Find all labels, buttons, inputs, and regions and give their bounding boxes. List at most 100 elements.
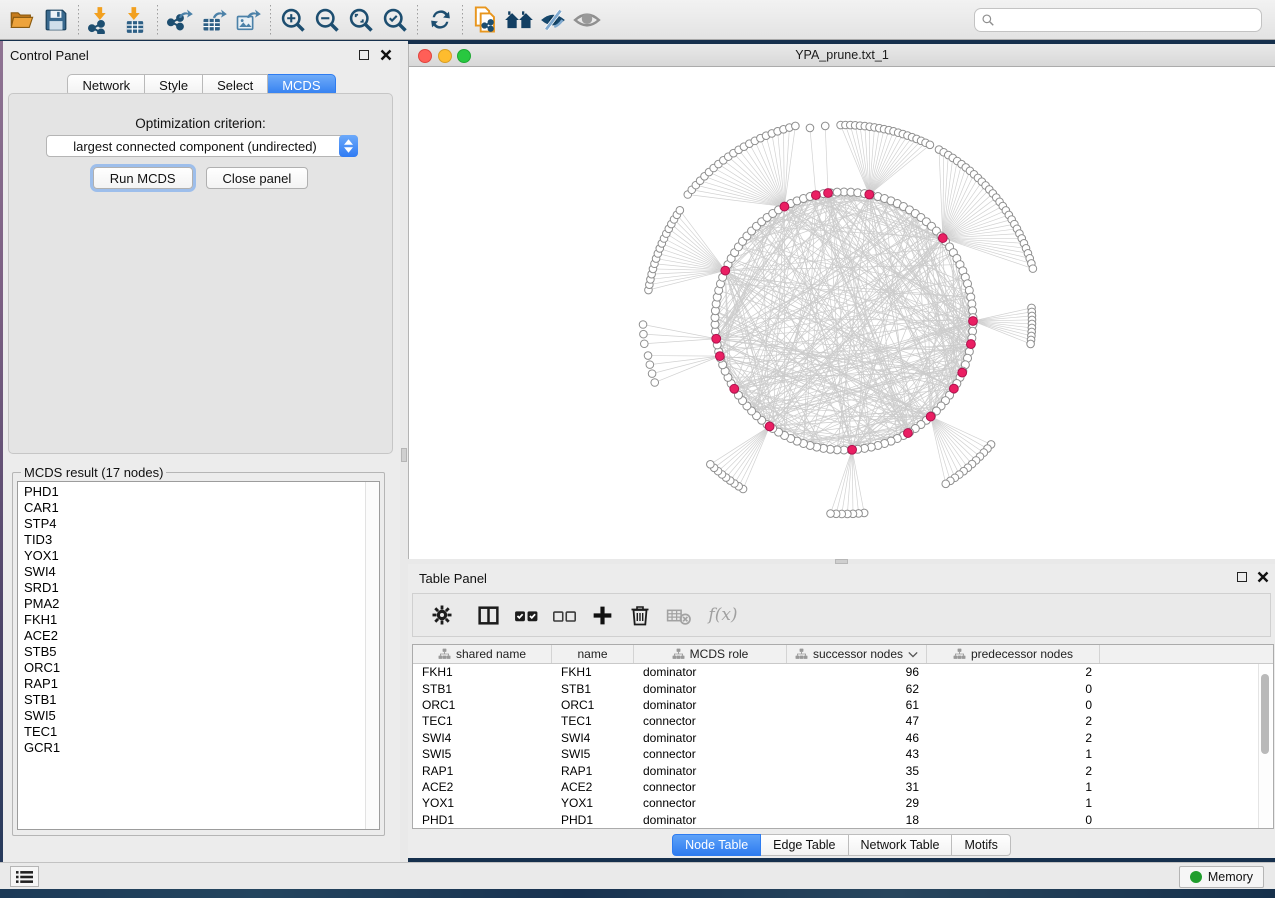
search-input[interactable]	[995, 12, 1255, 28]
cell[interactable]: RAP1	[413, 764, 552, 778]
tab-motifs[interactable]: Motifs	[952, 834, 1010, 856]
show-panels-list-button[interactable]	[10, 866, 39, 887]
table-options-icon[interactable]	[427, 600, 457, 630]
cell[interactable]: ORC1	[413, 698, 552, 712]
cell[interactable]: dominator	[634, 682, 787, 696]
import-table-icon[interactable]	[118, 3, 152, 37]
table-row[interactable]: ACE2ACE2connector311	[413, 779, 1273, 795]
tab-network-table[interactable]: Network Table	[849, 834, 953, 856]
table-scrollbar[interactable]	[1258, 664, 1272, 828]
cell[interactable]: 0	[927, 682, 1100, 696]
cell[interactable]: 35	[787, 764, 927, 778]
table-row[interactable]: SWI4SWI4dominator462	[413, 730, 1273, 746]
select-all-columns-icon[interactable]	[511, 600, 541, 630]
cell[interactable]: FKH1	[552, 665, 634, 679]
zoom-in-icon[interactable]	[276, 3, 310, 37]
cell[interactable]: ACE2	[413, 780, 552, 794]
cell[interactable]: SWI5	[413, 747, 552, 761]
cell[interactable]: dominator	[634, 731, 787, 745]
import-network-icon[interactable]	[84, 3, 118, 37]
refresh-view-icon[interactable]	[423, 3, 457, 37]
column-header-successor-nodes[interactable]: successor nodes	[787, 645, 927, 663]
cell[interactable]: FKH1	[413, 665, 552, 679]
cell[interactable]: TEC1	[552, 714, 634, 728]
mcds-list-scrollbar[interactable]	[365, 482, 379, 829]
network-canvas[interactable]	[409, 67, 1275, 559]
cell[interactable]: SWI5	[552, 747, 634, 761]
scrollbar-thumb[interactable]	[1261, 674, 1269, 754]
table-row[interactable]: TEC1TEC1connector472	[413, 713, 1273, 729]
cell[interactable]: 2	[927, 714, 1100, 728]
deselect-all-columns-icon[interactable]	[549, 600, 579, 630]
cell[interactable]: 2	[927, 665, 1100, 679]
mcds-result-item[interactable]: YOX1	[18, 548, 365, 564]
cell[interactable]: dominator	[634, 665, 787, 679]
cell[interactable]: connector	[634, 714, 787, 728]
mcds-result-item[interactable]: SWI5	[18, 708, 365, 724]
mcds-result-item[interactable]: PMA2	[18, 596, 365, 612]
splitter-handle[interactable]	[401, 448, 407, 462]
zoom-selected-icon[interactable]	[378, 3, 412, 37]
cell[interactable]: ORC1	[552, 698, 634, 712]
cell[interactable]: 47	[787, 714, 927, 728]
cell[interactable]: connector	[634, 796, 787, 810]
cell[interactable]: 18	[787, 813, 927, 827]
mcds-result-item[interactable]: CAR1	[18, 500, 365, 516]
new-network-from-selection-icon[interactable]	[468, 3, 502, 37]
column-header-predecessor-nodes[interactable]: predecessor nodes	[927, 645, 1100, 663]
close-panel-icon[interactable]	[1257, 571, 1269, 583]
cell[interactable]: 62	[787, 682, 927, 696]
table-row[interactable]: RAP1RAP1dominator352	[413, 762, 1273, 778]
first-neighbors-icon[interactable]	[502, 3, 536, 37]
mcds-result-item[interactable]: FKH1	[18, 612, 365, 628]
table-row[interactable]: PHD1PHD1dominator180	[413, 812, 1273, 828]
vertical-splitter[interactable]	[400, 41, 408, 862]
cell[interactable]: 43	[787, 747, 927, 761]
mcds-result-list[interactable]: PHD1CAR1STP4TID3YOX1SWI4SRD1PMA2FKH1ACE2…	[17, 481, 380, 830]
show-columns-icon[interactable]	[473, 600, 503, 630]
cell[interactable]: 96	[787, 665, 927, 679]
tab-node-table[interactable]: Node Table	[672, 834, 761, 856]
cell[interactable]: dominator	[634, 698, 787, 712]
cell[interactable]: connector	[634, 747, 787, 761]
mcds-result-item[interactable]: ORC1	[18, 660, 365, 676]
table-row[interactable]: SWI5SWI5connector431	[413, 746, 1273, 762]
cell[interactable]: 1	[927, 747, 1100, 761]
mcds-result-item[interactable]: SRD1	[18, 580, 365, 596]
cell[interactable]: dominator	[634, 813, 787, 827]
table-row[interactable]: ORC1ORC1dominator610	[413, 697, 1273, 713]
mcds-result-item[interactable]: TID3	[18, 532, 365, 548]
column-header-name[interactable]: name	[552, 645, 634, 663]
float-panel-icon[interactable]	[359, 50, 369, 60]
table-row[interactable]: FKH1FKH1dominator962	[413, 664, 1273, 680]
table-row[interactable]: YOX1YOX1connector291	[413, 795, 1273, 811]
mcds-result-item[interactable]: SWI4	[18, 564, 365, 580]
cell[interactable]: connector	[634, 780, 787, 794]
cell[interactable]: YOX1	[413, 796, 552, 810]
add-row-icon[interactable]	[587, 600, 617, 630]
mcds-result-item[interactable]: STB1	[18, 692, 365, 708]
mcds-result-item[interactable]: RAP1	[18, 676, 365, 692]
close-panel-icon[interactable]	[380, 49, 392, 61]
cell[interactable]: RAP1	[552, 764, 634, 778]
export-image-icon[interactable]	[231, 3, 265, 37]
search-field[interactable]	[974, 8, 1262, 32]
cell[interactable]: 2	[927, 731, 1100, 745]
cell[interactable]: STB1	[413, 682, 552, 696]
cell[interactable]: STB1	[552, 682, 634, 696]
table-row[interactable]: STB1STB1dominator620	[413, 680, 1273, 696]
save-session-icon[interactable]	[39, 3, 73, 37]
zoom-fit-icon[interactable]	[344, 3, 378, 37]
mcds-result-item[interactable]: ACE2	[18, 628, 365, 644]
zoom-out-icon[interactable]	[310, 3, 344, 37]
cell[interactable]: 31	[787, 780, 927, 794]
cell[interactable]: 61	[787, 698, 927, 712]
mcds-result-item[interactable]: STP4	[18, 516, 365, 532]
cell[interactable]: PHD1	[552, 813, 634, 827]
cell[interactable]: dominator	[634, 764, 787, 778]
cell[interactable]: YOX1	[552, 796, 634, 810]
network-window-titlebar[interactable]: YPA_prune.txt_1	[409, 44, 1275, 67]
cell[interactable]: 46	[787, 731, 927, 745]
column-header-MCDS-role[interactable]: MCDS role	[634, 645, 787, 663]
cell[interactable]: 1	[927, 780, 1100, 794]
